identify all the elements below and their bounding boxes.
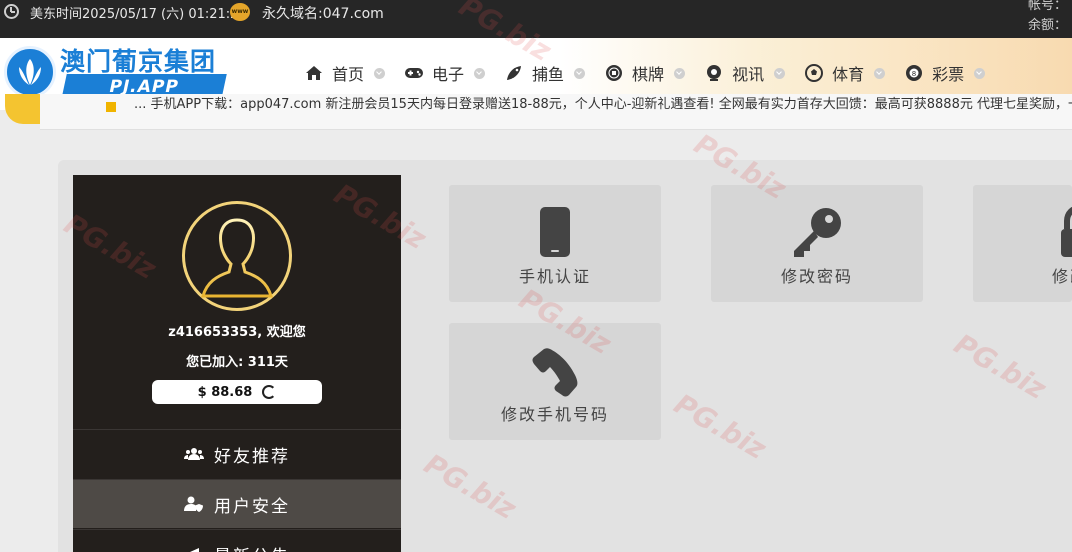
announcement-marquee: ... 手机APP下载：app047.com 新注册会员15天内每日登录赠送18… <box>0 94 1072 132</box>
refresh-icon[interactable] <box>262 385 277 399</box>
lottery-ball-icon: 8 <box>904 63 924 83</box>
chevron-down-icon <box>474 67 486 79</box>
card-label: 修改手机号码 <box>500 405 609 424</box>
marquee-badge <box>5 94 41 124</box>
nav-lottery[interactable]: 8 彩票 <box>904 60 986 86</box>
main-nav: 首页 电子 捕鱼 棋牌 视讯 体育 8 彩票 <box>304 60 1004 86</box>
card-change-withdraw-password[interactable]: 修改取 <box>973 185 1072 302</box>
top-bar: 美东时间2025/05/17 (六) 01:21:25 www 永久域名:047… <box>0 0 1072 38</box>
brand-name[interactable]: 澳门葡京集团 <box>60 42 216 78</box>
marquee-text: ... 手机APP下载：app047.com 新注册会员15天内每日登录赠送18… <box>134 97 1072 112</box>
nav-label: 视讯 <box>732 65 765 84</box>
home-icon <box>304 63 324 83</box>
sidebar-item-label: 用户安全 <box>214 496 290 517</box>
users-icon <box>184 446 204 462</box>
chevron-down-icon <box>674 67 686 79</box>
marquee-bar[interactable]: ... 手机APP下载：app047.com 新注册会员15天内每日登录赠送18… <box>40 94 1072 130</box>
sidebar-item-announcements[interactable]: 最新公告 <box>73 529 401 552</box>
nav-label: 捕鱼 <box>532 65 565 84</box>
card-change-password[interactable]: 修改密码 <box>711 185 923 302</box>
key-icon <box>711 207 923 259</box>
gamepad-icon <box>404 63 424 83</box>
permanent-domain: 永久域名:047.com <box>262 6 384 22</box>
mobile-phone-icon <box>449 207 661 259</box>
balance-label: 余额： <box>1028 18 1068 33</box>
nav-label: 体育 <box>832 65 865 84</box>
card-mobile-verify[interactable]: 手机认证 <box>449 185 661 302</box>
camera-icon <box>704 63 724 83</box>
us-east-time: 美东时间2025/05/17 (六) 01:21:25 <box>30 7 247 22</box>
chevron-down-icon <box>374 67 386 79</box>
wallet-balance: $ 88.68 <box>152 380 322 404</box>
avatar <box>182 201 292 311</box>
nav-chess[interactable]: 棋牌 <box>604 60 686 86</box>
nav-label: 电子 <box>432 65 465 84</box>
soccer-icon <box>804 63 824 83</box>
chevron-down-icon <box>974 67 986 79</box>
nav-label: 棋牌 <box>632 65 665 84</box>
sidebar-item-label: 好友推荐 <box>214 446 290 467</box>
megaphone-icon <box>184 546 204 552</box>
nav-home[interactable]: 首页 <box>304 60 386 86</box>
card-label: 修改密码 <box>780 267 853 286</box>
join-days: 您已加入: 311天 <box>186 355 288 370</box>
nav-electronic[interactable]: 电子 <box>404 60 486 86</box>
user-shield-icon <box>184 496 204 512</box>
balance-amount: $ 88.68 <box>197 384 253 400</box>
svg-text:8: 8 <box>912 70 916 78</box>
sidebar-item-label: 最新公告 <box>214 542 290 552</box>
chess-icon <box>604 63 624 83</box>
www-icon: www <box>230 3 250 21</box>
sidebar-item-user-security[interactable]: 用户安全 <box>73 479 401 528</box>
nav-sports[interactable]: 体育 <box>804 60 886 86</box>
speaker-icon <box>106 102 116 112</box>
chevron-down-icon <box>574 67 586 79</box>
lock-icon <box>973 207 1072 259</box>
nav-fishing[interactable]: 捕鱼 <box>504 60 586 86</box>
fish-icon <box>504 63 524 83</box>
sidebar-item-referral[interactable]: 好友推荐 <box>73 429 401 478</box>
clock-icon <box>4 4 19 19</box>
card-change-phone-number[interactable]: 修改手机号码 <box>449 323 661 440</box>
logo-icon[interactable] <box>4 46 56 98</box>
nav-label: 首页 <box>332 65 365 84</box>
nav-label: 彩票 <box>932 65 965 84</box>
user-greeting: z416653353, 欢迎您 <box>168 325 306 340</box>
card-label: 手机认证 <box>518 267 591 286</box>
chevron-down-icon <box>774 67 786 79</box>
nav-live-video[interactable]: 视讯 <box>704 60 786 86</box>
account-label: 帐号： <box>1028 0 1068 13</box>
user-sidebar: z416653353, 欢迎您 您已加入: 311天 $ 88.68 好友推荐 … <box>73 175 401 552</box>
phone-handset-icon <box>449 347 661 399</box>
chevron-down-icon <box>874 67 886 79</box>
card-label: 修改取 <box>1051 267 1072 286</box>
